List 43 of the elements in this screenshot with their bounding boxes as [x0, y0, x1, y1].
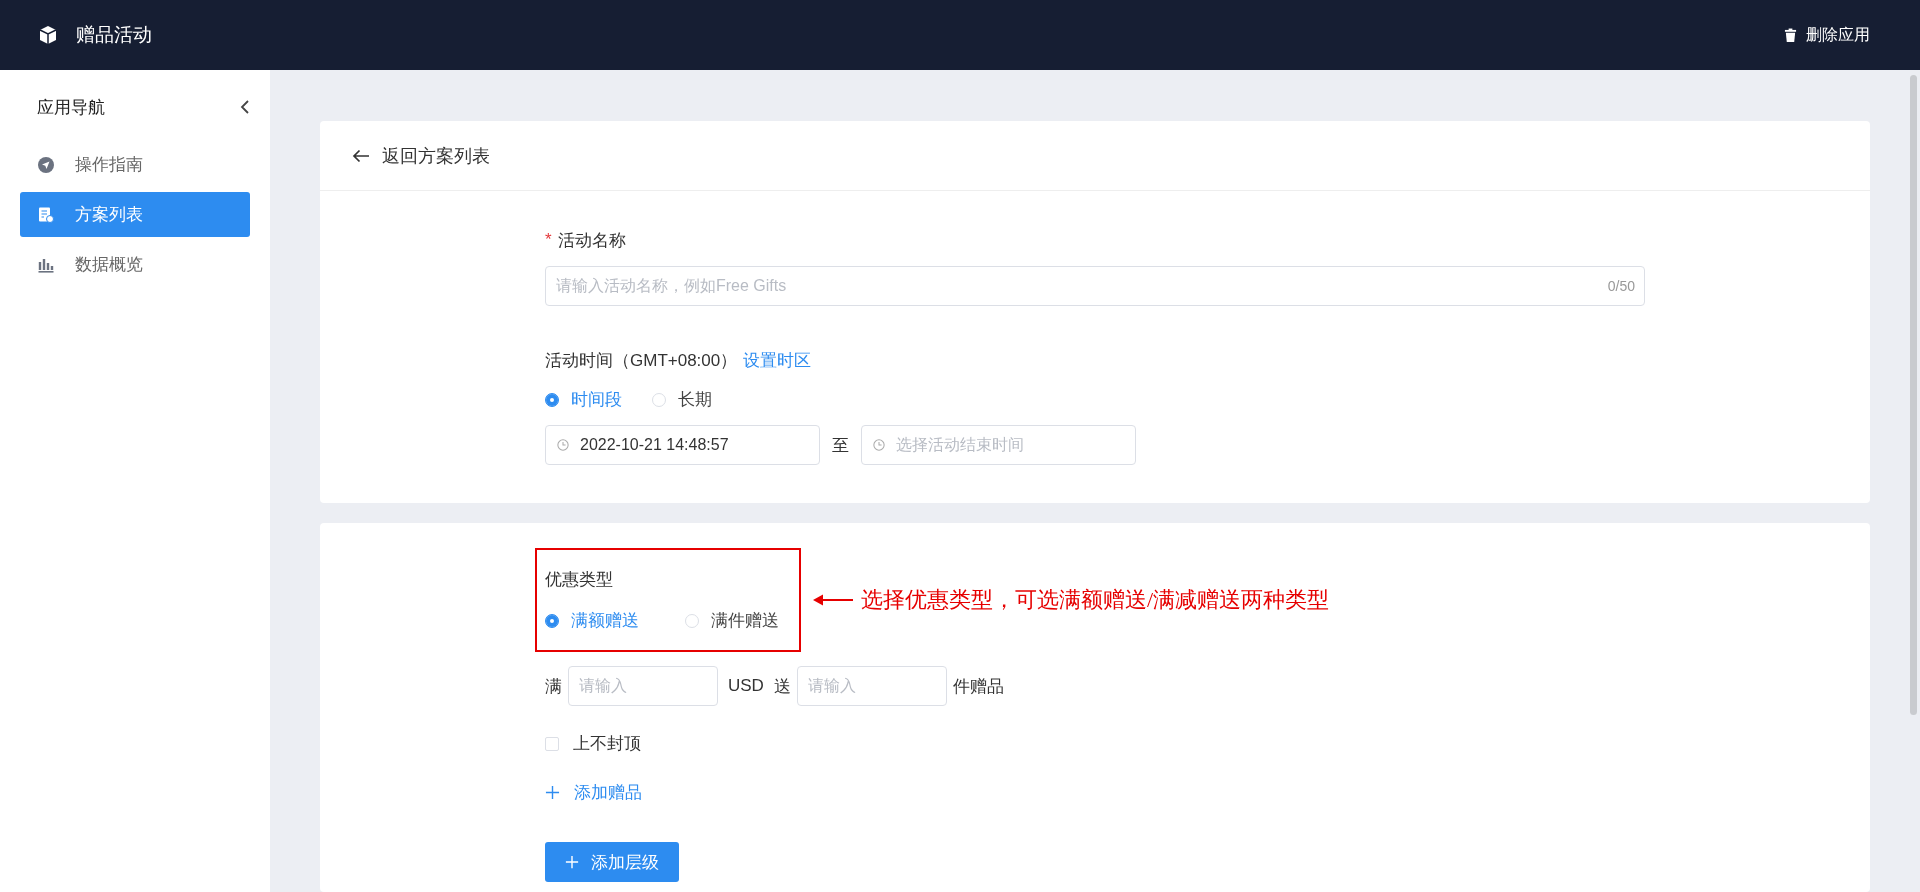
field-label: 活动名称: [557, 229, 626, 252]
cube-icon: [38, 25, 58, 45]
scrollbar[interactable]: [1910, 75, 1917, 715]
no-cap-checkbox[interactable]: 上不封顶: [545, 732, 641, 755]
plus-icon: [545, 785, 560, 800]
sidebar-item[interactable]: 方案列表: [20, 192, 250, 237]
start-time-field[interactable]: 2022-10-21 14:48:57: [545, 425, 820, 465]
add-gift-link[interactable]: 添加赠品: [545, 781, 642, 804]
range-separator: 至: [832, 434, 849, 457]
character-counter: 0/50: [1607, 278, 1635, 294]
radio-option[interactable]: 满件赠送: [685, 609, 779, 632]
sidebar-item[interactable]: 数据概览: [20, 242, 250, 287]
sidebar-title: 应用导航: [37, 96, 105, 119]
radio-option[interactable]: 时间段: [545, 388, 622, 411]
add-tier-button[interactable]: 添加层级: [545, 842, 679, 882]
field-label: 优惠类型: [545, 569, 614, 591]
plus-icon: [565, 855, 579, 869]
amount-field[interactable]: 请输入: [568, 666, 718, 706]
app-title: 赠品活动: [76, 23, 152, 47]
gift-count-field[interactable]: 请输入: [796, 666, 947, 706]
clock-icon: [873, 439, 885, 451]
rule-text: 件赠品: [952, 675, 1004, 698]
trash-icon: [1784, 27, 1797, 43]
bar-chart-icon: [38, 256, 54, 273]
back-arrow-icon: [352, 148, 370, 163]
annotation-text: 选择优惠类型，可选满额赠送/满减赠送两种类型: [861, 586, 1330, 614]
delete-app-button[interactable]: 删除应用: [1780, 20, 1874, 50]
required-asterisk: *: [545, 230, 552, 250]
radio-option[interactable]: 长期: [652, 388, 712, 411]
document-clock-icon: [38, 206, 54, 223]
compass-icon: [38, 156, 54, 173]
rule-text: 满: [545, 675, 562, 698]
collapse-chevron-icon[interactable]: [240, 99, 250, 115]
clock-icon: [557, 439, 569, 451]
currency-label: USD: [728, 676, 764, 696]
back-link[interactable]: 返回方案列表: [352, 143, 490, 168]
end-time-field[interactable]: 选择活动结束时间: [861, 425, 1136, 465]
rule-text: 送: [773, 675, 791, 698]
set-timezone-link[interactable]: 设置时区: [743, 348, 812, 372]
radio-option[interactable]: 满额赠送: [545, 609, 639, 632]
field-label: 活动时间（GMT+08:00）: [545, 349, 738, 372]
sidebar-item[interactable]: 操作指南: [20, 142, 250, 187]
annotation-arrow: [813, 593, 853, 607]
